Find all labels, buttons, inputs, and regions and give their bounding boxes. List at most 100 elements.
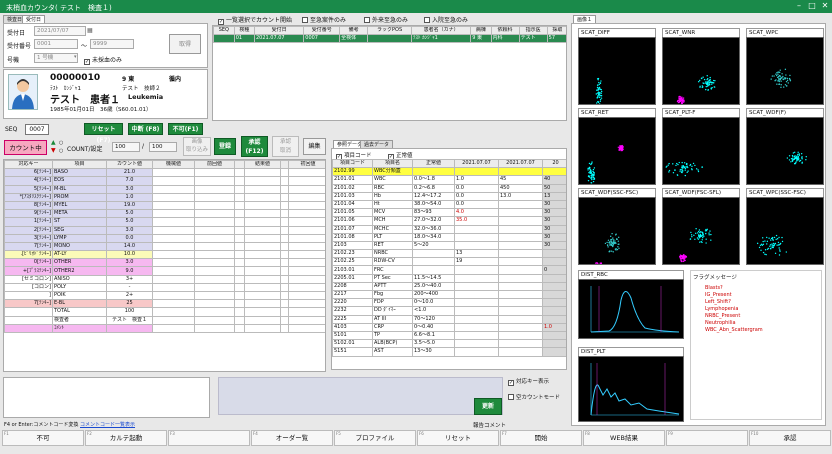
table-row[interactable]: *[ｱｽﾀﾘｽｸﾃﾝｷｰ] PROM 1.0 — [5, 193, 327, 201]
checkbox-icon[interactable] — [508, 394, 514, 400]
col-header: カウント値 — [107, 161, 153, 169]
table-row[interactable]: 2102.23 NRBC 13 — [333, 250, 568, 258]
close-icon[interactable]: ✕ — [818, 1, 832, 12]
cell — [499, 225, 543, 233]
table-row[interactable]: 2225 AT III 70～120 — [333, 315, 568, 323]
table-row[interactable]: 2101.03 Hb 12.4～17.2 0.0 13.0 13 — [333, 192, 568, 200]
fkey-button-f10[interactable]: F10 承認 — [749, 430, 831, 446]
count-input[interactable]: 100 — [112, 142, 140, 152]
fuka-button[interactable]: 不可(F1) — [168, 123, 203, 135]
radio-icon[interactable]: ○ — [59, 140, 63, 146]
table-row[interactable]: 2102.99 WBC分類蓋 — [333, 168, 568, 176]
register-button[interactable]: 登録 — [214, 138, 236, 155]
approve-button[interactable]: 承認 (F12) — [241, 136, 268, 157]
table-row[interactable]: 2208 APTT 25.0～40.0 — [333, 282, 568, 290]
table-row[interactable]: 2101.04 Ht 38.0～54.0 0.0 30 — [333, 200, 568, 208]
fkey-button-f6[interactable]: F6 リセット — [417, 430, 499, 446]
fkey-button-f1[interactable]: F1 不可 — [2, 430, 84, 446]
table-row[interactable]: 2101.06 MCH 27.0～32.0 35.0 30 — [333, 217, 568, 225]
table-row[interactable]: 7[ﾃﾝｷｰ] E-BL 25 — [5, 300, 327, 308]
table-row[interactable]: 2101.08 PLT 18.0～34.0 30 — [333, 233, 568, 241]
bango-to-input[interactable]: 9999 — [90, 39, 134, 49]
chevron-down-icon[interactable]: ▾ — [74, 54, 77, 60]
maximize-icon[interactable]: □ — [805, 1, 819, 12]
fkey-button-f7[interactable]: F7 開始 — [500, 430, 582, 446]
table-row[interactable]: 01 2021.07.07 0007 全検体 ﾃｽﾄ ｶﾝｼﾞｬ1 9 東 内科… — [214, 35, 568, 43]
uketsuke-date-input[interactable]: 2021/07/07 — [34, 26, 86, 36]
table-row[interactable]: ] POIK 2+ — [5, 292, 327, 300]
reset-button[interactable]: リセット(F7) — [84, 123, 123, 135]
table-row[interactable]: 2101.01 WBC 0.0～1.8 1.0 45 40 — [333, 176, 568, 184]
table-row[interactable]: TOTAL 100 — [5, 308, 327, 316]
top-check-3[interactable]: 外来至急のみ — [364, 15, 408, 24]
table-row[interactable]: 5102.01 ALB(BCP) 3.5～5.0 — [333, 340, 568, 348]
cell: 83～93 — [413, 209, 455, 217]
table-row[interactable]: 2205.01 PT Sec 11.5～14.5 — [333, 274, 568, 282]
top-check-1[interactable]: ✓ 一覧選択でカウント開始 — [218, 15, 292, 25]
table-row[interactable]: 2101.05 MCV 83～93 4.0 30 — [333, 209, 568, 217]
fkey-button-f3[interactable]: F3 — [168, 430, 250, 446]
comment-list-link[interactable]: コメントコード一覧表示 — [80, 421, 135, 428]
comment-input[interactable] — [3, 377, 210, 418]
torikomi-button[interactable]: 取得 — [169, 34, 201, 54]
cell-empty — [153, 267, 195, 275]
image-import-button[interactable]: 画像 取り込み — [183, 137, 211, 156]
report-comment-area[interactable] — [218, 377, 503, 415]
table-row[interactable]: 1[ﾃﾝｷｰ] ST 5.0 — [5, 218, 327, 226]
stop-button[interactable]: 中断 (F8) — [128, 123, 163, 135]
table-row[interactable]: .[ﾋﾟﾘｵﾄﾞﾃﾝｷｰ] AT-LY 10.0 — [5, 251, 327, 259]
top-check-2[interactable]: 至急案件のみ — [302, 15, 346, 24]
table-row[interactable]: 4[ﾃﾝｷｰ] EOS 7.0 — [5, 177, 327, 185]
checkbox-icon[interactable]: ✓ — [84, 59, 90, 65]
table-row[interactable]: 2[ﾃﾝｷｰ] SEG 3.0 — [5, 226, 327, 234]
table-row[interactable]: 9[ﾃﾝｷｰ] META 5.0 — [5, 210, 327, 218]
table-row[interactable]: 0[ﾃﾝｷｰ] OTHER 3.0 — [5, 259, 327, 267]
table-row[interactable]: 8[ﾃﾝｷｰ] MYEL 19.0 — [5, 201, 327, 209]
fkey-button-f4[interactable]: F4 オーダー覧 — [251, 430, 333, 446]
table-row[interactable]: 2101.07 MCHC 32.0～36.0 30 — [333, 225, 568, 233]
count-set-input[interactable]: 100 — [149, 142, 177, 152]
table-row[interactable]: 3[ﾃﾝｷｰ] LYMP 0.0 — [5, 234, 327, 242]
fkey-button-f8[interactable]: F8 WEB結果 — [583, 430, 665, 446]
table-row[interactable]: 5151 AST 13～30 — [333, 348, 568, 356]
table-row[interactable]: [コロン] POLY - — [5, 283, 327, 291]
radio-icon[interactable]: ○ — [59, 148, 63, 154]
calendar-icon[interactable]: ▦ — [87, 27, 93, 34]
table-row[interactable]: 2103 RET 5～20 30 — [333, 241, 568, 249]
table-row[interactable]: 5101 TP 6.6～8.1 — [333, 331, 568, 339]
table-row[interactable]: 検査者 テスト 検査１ — [5, 316, 327, 324]
cancel-approve-button[interactable]: 承認 取消 — [272, 136, 299, 157]
checkbox-icon[interactable] — [364, 17, 370, 23]
table-row[interactable]: +[ﾌﾟﾗｽﾃﾝｷｰ] OTHER2 9.0 — [5, 267, 327, 275]
table-row[interactable]: 2103.01 FRC 0 — [333, 266, 568, 274]
checkbox-icon[interactable] — [302, 17, 308, 23]
table-row[interactable]: 4103 CRP 0～0.40 1.0 — [333, 323, 568, 331]
table-row[interactable]: 2102.25 RDW-CV 19 — [333, 258, 568, 266]
table-row[interactable]: ｺﾒﾝﾄ — [5, 324, 327, 332]
fkey-button-f9[interactable]: F9 — [666, 430, 748, 446]
checkbox-icon[interactable] — [424, 17, 430, 23]
table-row[interactable]: 2232 DD ﾀﾞｲﾏｰ <1.0 — [333, 307, 568, 315]
counting-button[interactable]: カウント中 — [4, 140, 47, 155]
fkey-button-f2[interactable]: F2 カルテ起動 — [85, 430, 167, 446]
table-row[interactable]: 5[ﾃﾝｷｰ] M-BL 3.0 — [5, 185, 327, 193]
table-row[interactable]: 2101.02 RBC 0.2～6.8 0.0 450 50 — [333, 184, 568, 192]
update-button[interactable]: 更新 — [474, 398, 502, 415]
table-row[interactable]: 2217 Fbg 200～400 — [333, 291, 568, 299]
edit-button[interactable]: 編集 — [303, 138, 326, 155]
table-row[interactable]: [セミコロン] ANISO 3+ — [5, 275, 327, 283]
top-check-4[interactable]: 入院至急のみ — [424, 15, 468, 24]
kara-count-check[interactable]: 空カウントモード — [508, 393, 560, 401]
arrow-up-icon[interactable]: ▲ — [51, 139, 56, 146]
fkey-button-f5[interactable]: F5 プロファイル — [334, 430, 416, 446]
cell: Ht — [373, 200, 413, 208]
taiou-key-check[interactable]: ✓ 対応キー表示 — [508, 377, 549, 386]
minimize-icon[interactable]: – — [792, 1, 806, 12]
table-row[interactable]: 6[ﾃﾝｷｰ] BASO 21.0 — [5, 169, 327, 177]
checkbox-icon[interactable]: ✓ — [508, 380, 514, 386]
gouki-select[interactable]: 1 号機 — [34, 53, 78, 63]
arrow-down-icon[interactable]: ▼ — [51, 147, 56, 154]
bango-from-input[interactable]: 0001 — [34, 39, 78, 49]
table-row[interactable]: 2220 FDP 0～10.0 — [333, 299, 568, 307]
table-row[interactable]: 7[ﾃﾝｷｰ] MONO 14.0 — [5, 242, 327, 250]
